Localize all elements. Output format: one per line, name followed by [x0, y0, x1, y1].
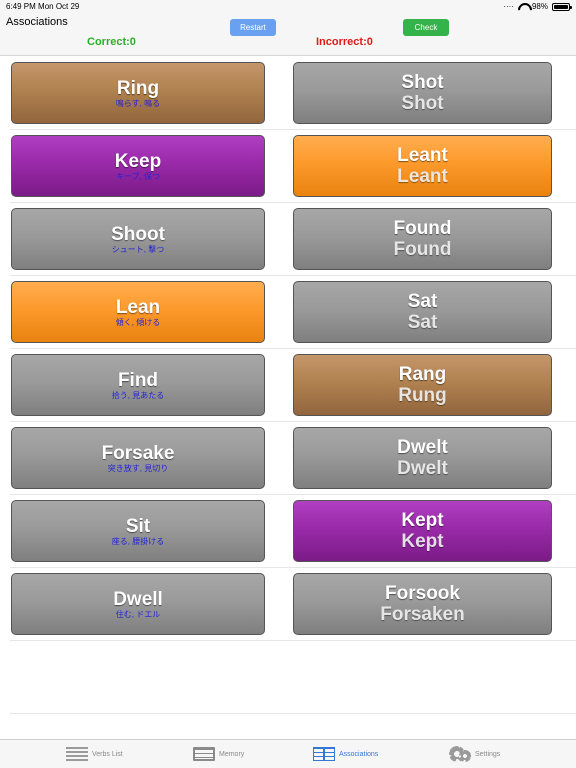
- base-verb-card[interactable]: Keep キープ, 保つ: [11, 135, 265, 197]
- battery-icon: [552, 2, 572, 11]
- base-verb-card[interactable]: Ring 鳴らす, 鳴る: [11, 62, 265, 124]
- base-verb-card[interactable]: Shoot シュート, 撃つ: [11, 208, 265, 270]
- base-verb-meaning: キープ, 保つ: [116, 171, 160, 181]
- past-participle-word: Leant: [397, 166, 448, 187]
- past-form-card[interactable]: Sat Sat: [293, 281, 552, 343]
- tab-label: Associations: [339, 750, 379, 758]
- correct-count: Correct:0: [87, 36, 136, 48]
- past-participle-word: Rung: [398, 385, 447, 406]
- base-verb-word: Forsake: [101, 442, 175, 464]
- base-verb-meaning: 突き放す, 見切り: [107, 463, 169, 473]
- base-verb-meaning: 傾く, 傾ける: [115, 317, 161, 327]
- association-row: Ring 鳴らす, 鳴る Shot Shot: [10, 57, 576, 130]
- base-verb-word: Sit: [125, 515, 151, 537]
- base-verb-meaning: 鳴らす, 鳴る: [115, 98, 161, 108]
- base-verb-card[interactable]: Forsake 突き放す, 見切り: [11, 427, 265, 489]
- past-tense-word: Sat: [407, 291, 438, 312]
- tab-memory[interactable]: Memory: [193, 746, 244, 762]
- past-participle-word: Kept: [401, 531, 444, 552]
- past-tense-word: Found: [393, 218, 452, 239]
- base-verb-meaning: 住む, ドエル: [115, 609, 161, 619]
- past-participle-word: Found: [393, 239, 452, 260]
- page-title: Associations: [6, 16, 68, 28]
- gear-icon: [449, 746, 471, 762]
- association-row: Shoot シュート, 撃つ Found Found: [10, 203, 576, 276]
- past-form-card[interactable]: Dwelt Dwelt: [293, 427, 552, 489]
- past-tense-word: Rang: [398, 364, 447, 385]
- tab-verbs-list[interactable]: Verbs List: [66, 746, 123, 762]
- base-verb-word: Keep: [114, 150, 162, 172]
- past-tense-word: Leant: [397, 145, 448, 166]
- past-form-card[interactable]: Kept Kept: [293, 500, 552, 562]
- association-row: Keep キープ, 保つ Leant Leant: [10, 130, 576, 203]
- past-form-card[interactable]: Shot Shot: [293, 62, 552, 124]
- past-participle-word: Shot: [401, 93, 444, 114]
- list-icon: [66, 747, 88, 761]
- base-verb-word: Lean: [115, 296, 161, 318]
- association-row: Dwell 住む, ドエル Forsook Forsaken: [10, 568, 576, 641]
- base-verb-card[interactable]: Dwell 住む, ドエル: [11, 573, 265, 635]
- base-verb-word: Find: [117, 369, 159, 391]
- base-verb-word: Shoot: [111, 223, 165, 245]
- battery-percent: 98%: [531, 2, 548, 11]
- tab-settings[interactable]: Settings: [449, 746, 500, 762]
- base-verb-meaning: 座る, 腰掛ける: [111, 536, 165, 546]
- base-verb-word: Dwell: [113, 588, 163, 610]
- status-time: 6:49 PM Mon Oct 29: [6, 2, 79, 11]
- past-tense-word: Kept: [401, 510, 444, 531]
- past-form-card[interactable]: Rang Rung: [293, 354, 552, 416]
- header: 6:49 PM Mon Oct 29 ···· 98% Associations…: [0, 0, 576, 56]
- past-participle-word: Dwelt: [397, 458, 448, 479]
- past-tense-word: Forsook: [385, 583, 460, 604]
- association-row: Find 拾う, 見あたる Rang Rung: [10, 349, 576, 422]
- tab-associations[interactable]: Associations: [313, 746, 378, 762]
- past-form-card[interactable]: Found Found: [293, 208, 552, 270]
- association-row: Sit 座る, 腰掛ける Kept Kept: [10, 495, 576, 568]
- association-row: Forsake 突き放す, 見切り Dwelt Dwelt: [10, 422, 576, 495]
- status-date-value: Mon Oct 29: [38, 2, 80, 11]
- list-end-divider: [10, 713, 576, 714]
- memory-icon: [193, 747, 215, 761]
- base-verb-meaning: シュート, 撃つ: [111, 244, 165, 254]
- association-row: Lean 傾く, 傾ける Sat Sat: [10, 276, 576, 349]
- past-form-card[interactable]: Forsook Forsaken: [293, 573, 552, 635]
- tab-label: Verbs List: [92, 750, 123, 758]
- app-root: 6:49 PM Mon Oct 29 ···· 98% Associations…: [0, 0, 576, 768]
- past-form-card[interactable]: Leant Leant: [293, 135, 552, 197]
- past-tense-word: Shot: [401, 72, 444, 93]
- past-tense-word: Dwelt: [397, 437, 448, 458]
- signal-dots-icon: ····: [503, 2, 514, 11]
- gear-small-icon: [459, 750, 471, 762]
- associations-icon: [313, 747, 335, 761]
- base-verb-meaning: 拾う, 見あたる: [111, 390, 165, 400]
- tab-bar: Verbs List Memory Associations Settings: [0, 739, 576, 768]
- check-button[interactable]: Check: [403, 19, 449, 36]
- association-rows: Ring 鳴らす, 鳴る Shot Shot Keep キープ, 保つ Lean…: [0, 57, 576, 641]
- status-time-value: 6:49 PM: [6, 2, 36, 11]
- tab-label: Memory: [219, 750, 245, 758]
- tab-label: Settings: [475, 750, 501, 758]
- wifi-icon: [518, 3, 528, 10]
- incorrect-count: Incorrect:0: [316, 36, 373, 48]
- base-verb-card[interactable]: Find 拾う, 見あたる: [11, 354, 265, 416]
- past-participle-word: Forsaken: [380, 604, 465, 625]
- status-right: ···· 98%: [503, 2, 572, 11]
- restart-button[interactable]: Restart: [230, 19, 276, 36]
- past-participle-word: Sat: [407, 312, 438, 333]
- base-verb-card[interactable]: Sit 座る, 腰掛ける: [11, 500, 265, 562]
- base-verb-card[interactable]: Lean 傾く, 傾ける: [11, 281, 265, 343]
- base-verb-word: Ring: [116, 77, 160, 99]
